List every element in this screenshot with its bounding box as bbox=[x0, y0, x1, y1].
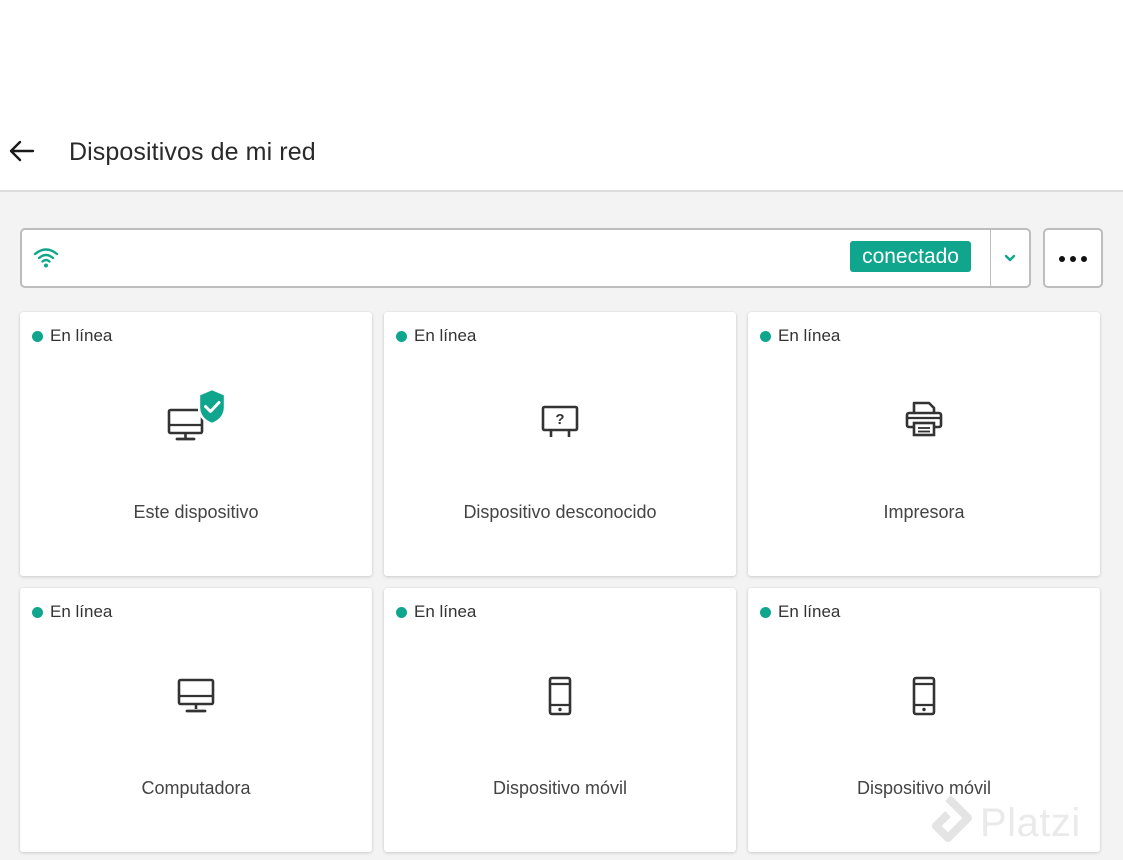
online-dot-icon bbox=[760, 606, 771, 618]
status-text: En línea bbox=[778, 326, 841, 345]
svg-text:?: ? bbox=[555, 411, 564, 428]
header-divider bbox=[0, 190, 1123, 192]
arrow-left-icon bbox=[9, 140, 35, 162]
online-dot-icon bbox=[32, 606, 43, 618]
chevron-down-icon bbox=[1004, 254, 1016, 262]
device-card-movil-2[interactable]: En línea Dispositivo móvil bbox=[748, 588, 1100, 852]
device-label: Computadora bbox=[141, 778, 251, 798]
printer-icon bbox=[905, 401, 943, 437]
unknown-device-icon: ? bbox=[541, 405, 579, 437]
online-dot-icon bbox=[396, 330, 407, 342]
device-icon-container bbox=[20, 388, 372, 442]
device-card-computadora[interactable]: En línea Computadora bbox=[20, 588, 372, 852]
status-text: En línea bbox=[50, 602, 113, 621]
online-dot-icon bbox=[760, 330, 771, 342]
status-indicator: En línea bbox=[396, 326, 476, 346]
device-icon-container bbox=[384, 674, 736, 718]
online-dot-icon bbox=[32, 330, 43, 342]
status-text: En línea bbox=[50, 326, 113, 345]
computer-shield-icon bbox=[167, 388, 227, 441]
status-indicator: En línea bbox=[760, 602, 840, 622]
device-card-impresora[interactable]: En línea Impresora bbox=[748, 312, 1100, 576]
status-text: En línea bbox=[778, 602, 841, 621]
device-label: Este dispositivo bbox=[133, 502, 259, 522]
more-options-button[interactable] bbox=[1043, 228, 1103, 288]
back-button[interactable] bbox=[4, 134, 38, 168]
device-label: Dispositivo móvil bbox=[856, 778, 992, 798]
wifi-icon bbox=[33, 248, 59, 268]
page-title: Dispositivos de mi red bbox=[69, 138, 316, 166]
network-selector[interactable]: conectado bbox=[20, 228, 1031, 288]
device-icon-container bbox=[748, 398, 1100, 442]
device-card-movil-1[interactable]: En línea Dispositivo móvil bbox=[384, 588, 736, 852]
connection-status-badge: conectado bbox=[850, 241, 971, 272]
status-text: En línea bbox=[414, 326, 477, 345]
network-dropdown-button[interactable] bbox=[991, 230, 1029, 286]
status-indicator: En línea bbox=[760, 326, 840, 346]
computer-icon bbox=[177, 678, 215, 713]
status-indicator: En línea bbox=[32, 326, 112, 346]
device-icon-container bbox=[20, 674, 372, 718]
mobile-icon bbox=[548, 676, 572, 716]
device-label: Impresora bbox=[883, 502, 965, 522]
status-text: En línea bbox=[414, 602, 477, 621]
online-dot-icon bbox=[396, 606, 407, 618]
mobile-icon bbox=[912, 676, 936, 716]
device-card-desconocido[interactable]: En línea ? Dispositivo desconocido bbox=[384, 312, 736, 576]
device-icon-container bbox=[748, 674, 1100, 718]
more-horizontal-icon bbox=[1057, 249, 1090, 267]
device-icon-container: ? bbox=[384, 398, 736, 442]
status-indicator: En línea bbox=[396, 602, 476, 622]
device-card-este-dispositivo[interactable]: En línea Este dispositivo bbox=[20, 312, 372, 576]
device-label: Dispositivo móvil bbox=[492, 778, 628, 798]
device-label: Dispositivo desconocido bbox=[463, 502, 657, 522]
status-indicator: En línea bbox=[32, 602, 112, 622]
